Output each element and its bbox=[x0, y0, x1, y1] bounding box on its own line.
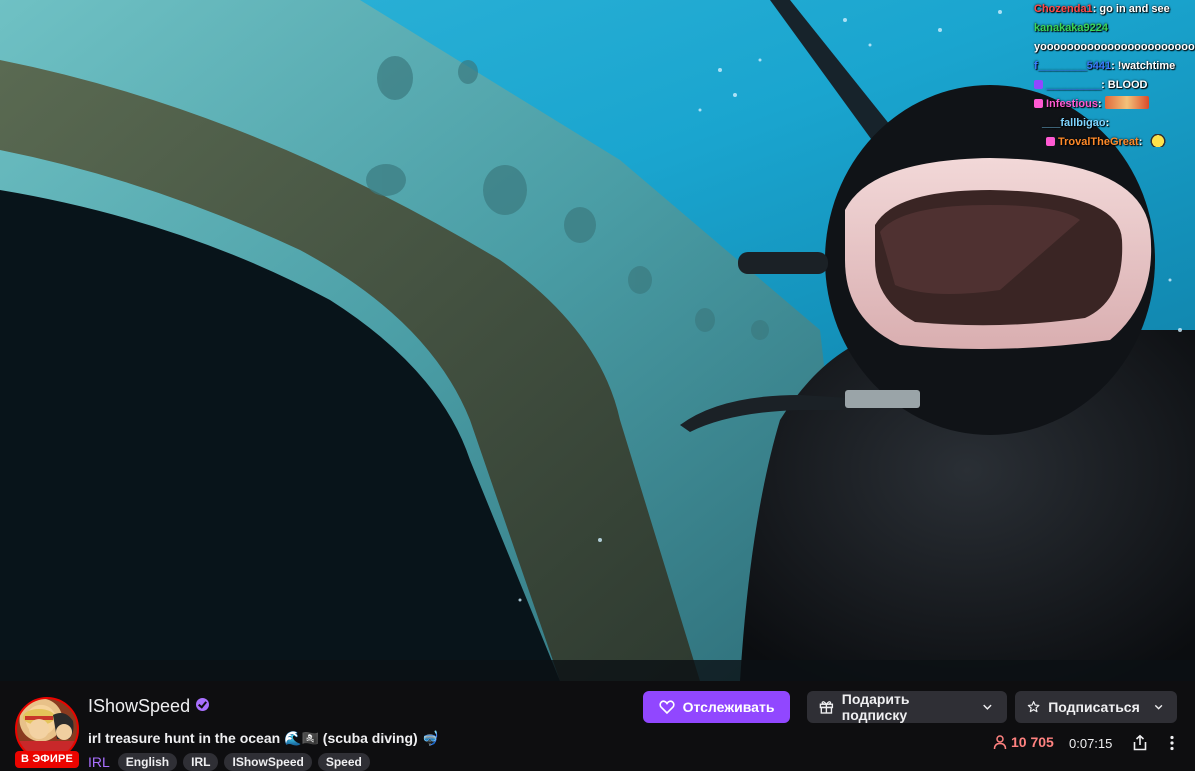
viewer-count-text: 10 705 bbox=[1011, 734, 1054, 750]
share-icon[interactable] bbox=[1131, 734, 1149, 752]
tag-irl[interactable]: IRL bbox=[183, 753, 219, 771]
tag-english[interactable]: English bbox=[117, 753, 178, 771]
category-link[interactable]: IRL bbox=[88, 754, 110, 770]
channel-avatar[interactable]: В ЭФИРЕ bbox=[15, 697, 79, 768]
chat-message: _________: BLOOD bbox=[1030, 76, 1195, 95]
chat-message: Infestious: bbox=[1030, 95, 1195, 114]
stream-title: irl treasure hunt in the ocean 🌊🏴‍☠️ (sc… bbox=[88, 730, 440, 746]
chat-overlay: Chozenda1: go in and see kanakaka9224 yo… bbox=[1030, 0, 1195, 152]
chat-message: yooooooooooooooooooooooooooo bbox=[1034, 41, 1195, 53]
avatar-image bbox=[17, 709, 77, 759]
tags-row: IRL English IRL IShowSpeed Speed bbox=[88, 753, 370, 771]
gift-sub-label: Подарить подписку bbox=[841, 691, 910, 723]
channel-info-bar: В ЭФИРЕ IShowSpeed irl treasure hunt in … bbox=[0, 681, 1195, 771]
person-icon bbox=[993, 735, 1007, 750]
sub-badge-icon bbox=[1034, 99, 1043, 108]
viewer-count: 10 705 bbox=[992, 734, 1054, 750]
gift-icon bbox=[819, 701, 834, 714]
more-options-icon[interactable] bbox=[1163, 734, 1181, 752]
channel-name-text[interactable]: IShowSpeed bbox=[88, 696, 190, 716]
gift-sub-button[interactable]: Подарить подписку bbox=[807, 691, 1007, 723]
sub-badge-icon bbox=[1046, 137, 1055, 146]
chat-message: Chozenda1: go in and see bbox=[1034, 3, 1170, 15]
subscribe-button[interactable]: Подписаться bbox=[1015, 691, 1177, 723]
tag-speed[interactable]: Speed bbox=[317, 753, 370, 771]
sub-badge-icon bbox=[1034, 80, 1043, 89]
chat-message: f________5441: !watchtime bbox=[1034, 60, 1176, 72]
heart-icon bbox=[658, 700, 675, 715]
underwater-scene bbox=[0, 0, 1195, 681]
stream-uptime: 0:07:15 bbox=[1069, 736, 1113, 751]
chat-message: TrovalTheGreat: bbox=[1030, 133, 1195, 152]
emote-icon bbox=[1145, 134, 1172, 147]
channel-name[interactable]: IShowSpeed bbox=[88, 696, 210, 717]
video-player[interactable]: Chozenda1: go in and see kanakaka9224 yo… bbox=[0, 0, 1195, 681]
verified-icon bbox=[196, 698, 210, 711]
chat-message: ___fallbigao: bbox=[1042, 117, 1110, 129]
follow-label: Отслеживать bbox=[682, 699, 775, 715]
emote-icon bbox=[1104, 96, 1149, 109]
tag-ishowspeed[interactable]: IShowSpeed bbox=[224, 753, 312, 771]
live-badge: В ЭФИРЕ bbox=[15, 751, 79, 768]
chevron-down-icon bbox=[1154, 704, 1163, 710]
follow-button[interactable]: Отслеживать bbox=[643, 691, 790, 723]
star-icon bbox=[1027, 701, 1040, 713]
chat-message: kanakaka9224 bbox=[1034, 22, 1109, 34]
chevron-down-icon bbox=[983, 704, 992, 710]
subscribe-label: Подписаться bbox=[1048, 699, 1140, 715]
